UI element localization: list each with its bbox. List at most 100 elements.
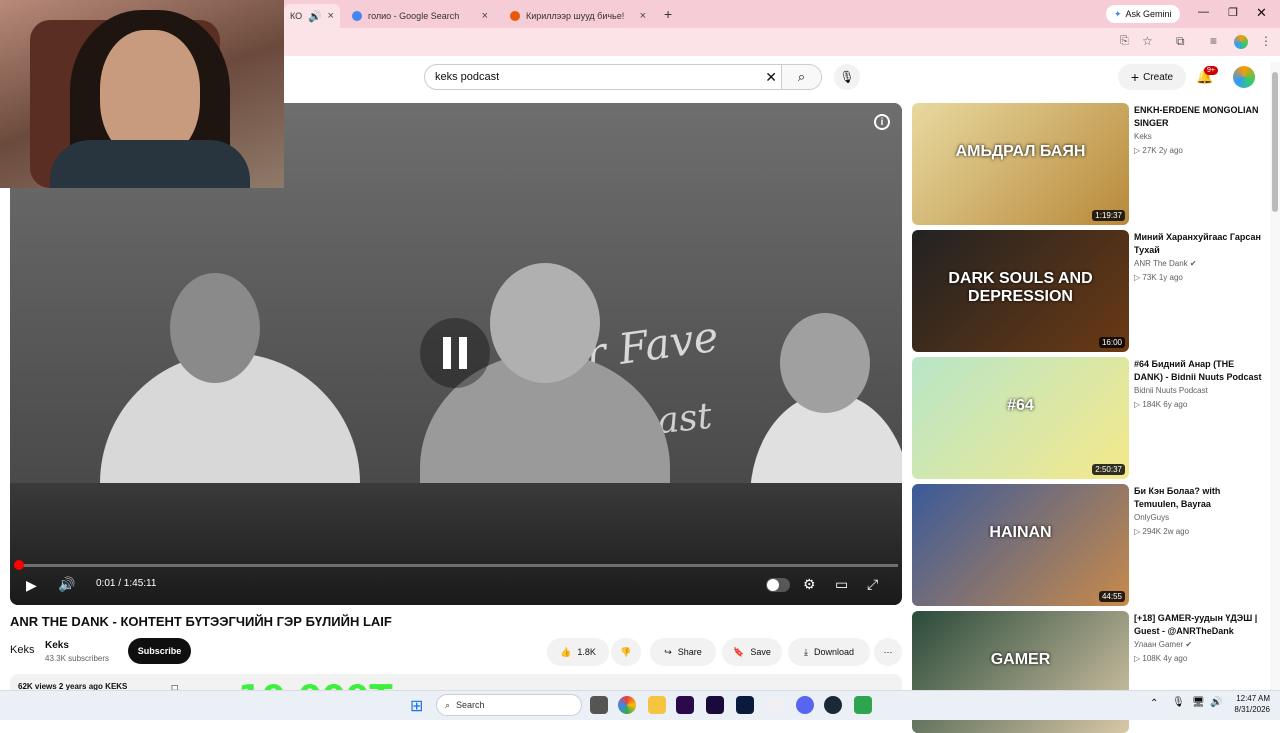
browser-tab-cyrillic[interactable]: Кириллээр шууд бичье! × — [504, 4, 652, 28]
discord-icon[interactable] — [796, 696, 814, 714]
notification-badge: 9+ — [1204, 66, 1218, 75]
recommendation-meta: ▷ 108K 4y ago — [1134, 654, 1188, 663]
shirt — [50, 140, 250, 188]
music-icon[interactable] — [766, 696, 784, 714]
recommendation-thumbnail[interactable]: DARK SOULS AND DEPRESSION 16:00 — [912, 230, 1129, 352]
time-display: 0:01 / 1:45:11 — [96, 578, 157, 589]
search-input[interactable]: keks podcast — [435, 71, 499, 83]
subscribe-button[interactable]: Subscribe — [128, 638, 191, 664]
tab-label: Кириллээр шууд бичье! — [526, 11, 625, 21]
maximize-icon[interactable]: ❐ — [1228, 6, 1238, 19]
autoplay-toggle[interactable] — [766, 578, 790, 592]
recommendation-thumbnail[interactable]: АМЬДРАЛ БАЯН 1:19:37 — [912, 103, 1129, 225]
fullscreen-icon[interactable]: ⤢ — [867, 576, 878, 593]
windows-start-icon[interactable]: ⊞ — [410, 696, 423, 716]
settings-gear-icon[interactable]: ⚙ — [803, 576, 816, 593]
page-scrollbar[interactable] — [1270, 62, 1280, 690]
speaker-tray-icon[interactable]: 🔊 — [1210, 697, 1222, 708]
recommendation-title[interactable]: ENKH-ERDENE MONGOLIAN SINGER — [1134, 104, 1264, 130]
account-avatar[interactable] — [1233, 66, 1255, 88]
mic-tray-icon[interactable]: 🎙 — [1172, 697, 1185, 708]
recommendation-meta: ▷ 184K 6y ago — [1134, 400, 1188, 409]
chrome-icon[interactable] — [618, 696, 636, 714]
recommendation-title[interactable]: [+18] GAMER-уудын ҮДЭШ | Guest - @ANRThe… — [1134, 612, 1264, 638]
create-button[interactable]: + Create — [1118, 64, 1186, 90]
recommendation-title[interactable]: Миний Харанхуйгаас Гарсан Тухай — [1134, 231, 1264, 257]
minimize-icon[interactable]: — — [1198, 6, 1209, 18]
recommendation-channel[interactable]: Bidnii Nuuts Podcast — [1134, 386, 1208, 395]
recommendation-channel[interactable]: OnlyGuys — [1134, 513, 1169, 522]
share-label: Share — [677, 647, 702, 657]
file-explorer-icon[interactable] — [648, 696, 666, 714]
profile-avatar[interactable] — [1234, 35, 1248, 49]
recommendation-title[interactable]: #64 Бидний Анар (THE DANK) - Bidnii Nuut… — [1134, 358, 1264, 384]
search-box[interactable]: keks podcast ✕ ⌕ — [424, 64, 822, 90]
browser-tab-active[interactable]: КО 🔊 × — [284, 4, 340, 28]
thumbnail-text: АМЬДРАЛ БАЯН — [955, 143, 1086, 160]
share-button[interactable]: ↪ Share — [650, 638, 716, 666]
save-button[interactable]: 🔖 Save — [722, 638, 782, 666]
recommendation-card[interactable]: #64 2:50:37 #64 Бидний Анар (THE DANK) - B… — [912, 357, 1272, 479]
volume-icon[interactable]: 🔊 — [58, 576, 75, 593]
recommendation-channel[interactable]: ANR The Dank ✔ — [1134, 259, 1197, 268]
download-button[interactable]: ⤓ Download — [788, 638, 870, 666]
recommendation-card[interactable]: GAMER [+18] GAMER-уудын ҮДЭШ | Guest - @A… — [912, 611, 1272, 733]
theater-mode-icon[interactable]: ▭ — [835, 576, 848, 593]
tab-label: КО — [290, 11, 303, 21]
thumbnail-text: GAMER — [990, 651, 1051, 668]
new-tab-button[interactable]: + — [664, 6, 672, 22]
app-icon[interactable] — [854, 696, 872, 714]
speaker-icon[interactable]: 🔊 — [308, 10, 322, 23]
thumbs-up-icon: 👍 — [560, 646, 572, 657]
play-icon[interactable]: ▶ — [26, 577, 37, 594]
close-icon[interactable]: × — [328, 10, 334, 22]
bookmark-star-icon[interactable]: ☆ — [1142, 34, 1153, 48]
extensions-icon[interactable]: ⧉ — [1176, 34, 1185, 49]
thumbnail-text: #64 — [1007, 397, 1034, 414]
browser-tab-google[interactable]: голио - Google Search × — [346, 4, 494, 28]
address-bar[interactable]: ⎘ ☆ ⧉ ≡ ⋮ — [284, 28, 1280, 56]
person-right-head — [780, 313, 870, 413]
window-close-icon[interactable]: ✕ — [1256, 5, 1267, 21]
pause-icon-bar — [459, 337, 467, 369]
info-icon[interactable]: i — [874, 114, 890, 130]
scrollbar-thumb[interactable] — [1272, 72, 1278, 212]
taskbar-clock[interactable]: 12:47 AM 8/31/2026 — [1228, 693, 1270, 715]
recommendation-meta: ▷ 294K 2w ago — [1134, 527, 1190, 536]
channel-name[interactable]: Keks — [45, 640, 69, 651]
recommendation-channel[interactable]: Улаан Gamer ✔ — [1134, 640, 1192, 649]
progress-scrubber[interactable] — [14, 560, 24, 570]
more-actions-button[interactable]: ⋯ — [874, 638, 902, 666]
recommendation-channel[interactable]: Keks — [1134, 132, 1152, 141]
progress-bar[interactable] — [14, 560, 898, 570]
recommendation-card[interactable]: HAINAN 44:55 Би Кэн Болаа? with Temuulen, … — [912, 484, 1272, 606]
task-view-icon[interactable] — [590, 696, 608, 714]
browser-tab-strip: КО 🔊 × голио - Google Search × Кириллээр… — [284, 0, 1280, 28]
close-icon[interactable]: × — [482, 10, 488, 22]
search-button[interactable]: ⌕ — [781, 65, 821, 89]
cast-icon[interactable]: ⎘ — [1120, 35, 1129, 48]
pause-overlay-button[interactable] — [420, 318, 490, 388]
close-icon[interactable]: × — [640, 10, 646, 22]
recommendation-card[interactable]: DARK SOULS AND DEPRESSION 16:00 Миний Хара… — [912, 230, 1272, 352]
search-icon: ⌕ — [445, 699, 451, 710]
like-button[interactable]: 👍 1.8K — [547, 638, 609, 666]
voice-search-button[interactable]: 🎙 — [834, 64, 860, 90]
after-effects-icon[interactable] — [706, 696, 724, 714]
photoshop-icon[interactable] — [736, 696, 754, 714]
steam-icon[interactable] — [824, 696, 842, 714]
premiere-icon[interactable] — [676, 696, 694, 714]
tray-chevron-icon[interactable]: ⌃ — [1150, 698, 1158, 709]
taskbar-search[interactable]: ⌕ Search — [436, 694, 582, 716]
dislike-button[interactable]: 👎 — [611, 638, 641, 666]
clear-search-icon[interactable]: ✕ — [765, 69, 777, 86]
recommendation-thumbnail[interactable]: #64 2:50:37 — [912, 357, 1129, 479]
recommendation-card[interactable]: АМЬДРАЛ БАЯН 1:19:37 ENKH-ERDENE MONGOLIAN… — [912, 103, 1272, 225]
monitor-tray-icon[interactable]: 🖥 — [1192, 697, 1205, 708]
recommendation-thumbnail[interactable]: HAINAN 44:55 — [912, 484, 1129, 606]
reading-list-icon[interactable]: ≡ — [1210, 34, 1217, 48]
recommendation-title[interactable]: Би Кэн Болаа? with Temuulen, Bayraa — [1134, 485, 1264, 511]
menu-dots-icon[interactable]: ⋮ — [1260, 34, 1272, 48]
ask-gemini-button[interactable]: ✦ Ask Gemini — [1106, 5, 1180, 23]
channel-short[interactable]: Keks — [10, 644, 34, 656]
